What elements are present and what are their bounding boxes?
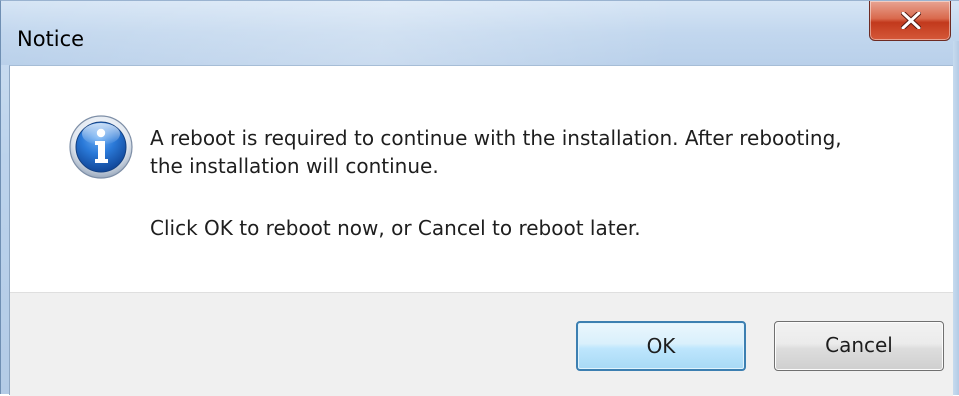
close-x-icon — [901, 12, 921, 29]
message-line-1: A reboot is required to continue with th… — [150, 126, 842, 150]
message-area: A reboot is required to continue with th… — [10, 66, 953, 292]
dialog-client-area: A reboot is required to continue with th… — [9, 65, 953, 396]
window-frame-right — [953, 41, 959, 395]
cancel-button[interactable]: Cancel — [774, 321, 944, 371]
message-line-2: the installation will continue. — [150, 154, 439, 178]
window-title: Notice — [17, 27, 85, 51]
ok-button[interactable]: OK — [576, 321, 746, 371]
information-icon — [69, 115, 133, 179]
close-button[interactable] — [869, 1, 951, 41]
button-bar: OK Cancel — [10, 292, 953, 396]
message-line-3: Click OK to reboot now, or Cancel to reb… — [150, 216, 641, 240]
title-bar[interactable]: Notice — [1, 1, 959, 65]
dialog-window: Notice A reboot is required to continue … — [0, 0, 959, 396]
